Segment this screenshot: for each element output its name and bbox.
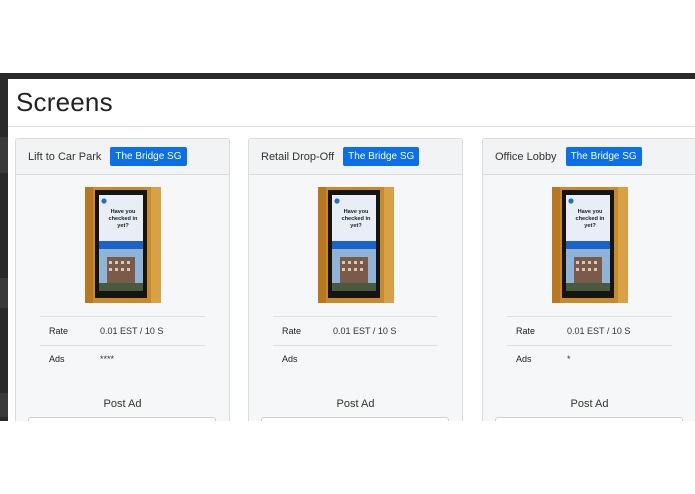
rate-value: 0.01 EST / 10 S: [100, 326, 164, 336]
post-ad-input[interactable]: [28, 417, 216, 421]
page-title: Screens: [16, 87, 113, 117]
row-divider: [40, 316, 205, 317]
title-divider: [8, 126, 695, 127]
ads-label: Ads: [516, 354, 532, 364]
svg-text:yet?: yet?: [117, 223, 129, 229]
screen-thumbnail: Have you checked in yet?: [552, 187, 628, 303]
ads-label: Ads: [282, 354, 298, 364]
screen-thumbnail: Have you checked in yet?: [85, 187, 161, 303]
screen-card-lift-to-car-park: Lift to Car Park The Bridge SG Have you …: [15, 138, 230, 421]
screen-thumbnail: Have you checked in yet?: [318, 187, 394, 303]
post-ad-label: Post Ad: [103, 398, 142, 410]
post-ad-label: Post Ad: [570, 398, 609, 410]
screen-card-retail-drop-off: Retail Drop-Off The Bridge SG Have you c…: [248, 138, 463, 421]
screen-card-office-lobby: Office Lobby The Bridge SG Have you chec…: [482, 138, 695, 421]
svg-text:Have you: Have you: [344, 209, 369, 215]
card-header: Office Lobby The Bridge SG: [483, 139, 695, 175]
app-window: Screens Lift to Car Park The Bridge SG H…: [8, 79, 695, 421]
ads-label: Ads: [49, 354, 65, 364]
svg-text:checked in: checked in: [342, 216, 371, 222]
card-header: Retail Drop-Off The Bridge SG: [249, 139, 462, 175]
rate-label: Rate: [49, 326, 69, 336]
row-divider: [507, 345, 672, 346]
row-divider: [507, 316, 672, 317]
screen-name: Office Lobby: [495, 150, 557, 163]
svg-text:yet?: yet?: [350, 223, 362, 229]
row-divider: [273, 345, 438, 346]
post-ad-input[interactable]: [495, 417, 683, 421]
venue-badge[interactable]: The Bridge SG: [565, 147, 642, 166]
venue-badge[interactable]: The Bridge SG: [343, 147, 420, 166]
card-header: Lift to Car Park The Bridge SG: [16, 139, 229, 175]
screen-name: Lift to Car Park: [28, 150, 102, 163]
rate-value: 0.01 EST / 10 S: [567, 326, 631, 336]
venue-badge[interactable]: The Bridge SG: [110, 147, 187, 166]
rate-label: Rate: [516, 326, 536, 336]
svg-text:checked in: checked in: [576, 216, 605, 222]
svg-text:yet?: yet?: [584, 223, 596, 229]
svg-text:Have you: Have you: [111, 209, 136, 215]
post-ad-input[interactable]: [261, 417, 449, 421]
rate-label: Rate: [282, 326, 302, 336]
ads-value: ****: [100, 354, 115, 364]
post-ad-label: Post Ad: [336, 398, 375, 410]
rate-value: 0.01 EST / 10 S: [333, 326, 397, 336]
row-divider: [273, 316, 438, 317]
svg-text:checked in: checked in: [109, 216, 138, 222]
screen-name: Retail Drop-Off: [261, 150, 335, 163]
row-divider: [40, 345, 205, 346]
window-left-border: [0, 73, 8, 421]
svg-text:Have you: Have you: [578, 209, 603, 215]
ads-value: *: [567, 354, 571, 364]
screenshot-stage: Screens Lift to Car Park The Bridge SG H…: [0, 0, 695, 494]
